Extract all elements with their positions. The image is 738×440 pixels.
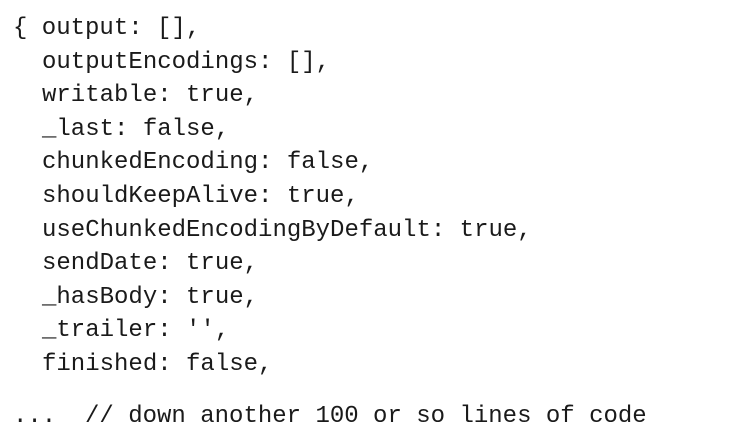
code-line-finished: finished: false, bbox=[42, 350, 273, 378]
code-line-opening: { output: [], bbox=[13, 15, 201, 42]
code-line-chunked-encoding: chunkedEncoding: false, bbox=[42, 149, 374, 177]
code-line-should-keep-alive: shouldKeepAlive: true, bbox=[42, 182, 359, 210]
code-line-output-encodings: outputEncodings: [], bbox=[42, 48, 331, 76]
code-line-writable: writable: true, bbox=[42, 82, 259, 110]
code-line-trailer: _trailer: '', bbox=[42, 317, 230, 345]
code-line-has-body: _hasBody: true, bbox=[42, 283, 259, 311]
code-line-send-date: sendDate: true, bbox=[42, 250, 259, 278]
code-listing: { output: [], outputEncodings: [], writabl… bbox=[13, 12, 647, 433]
code-line-use-chunked-encoding-by-default: useChunkedEncodingByDefault: true, bbox=[42, 216, 532, 244]
code-line-trailing-comment: ... // down another 100 or so lines of c… bbox=[13, 402, 647, 430]
code-line-last: _last: false, bbox=[42, 115, 230, 143]
